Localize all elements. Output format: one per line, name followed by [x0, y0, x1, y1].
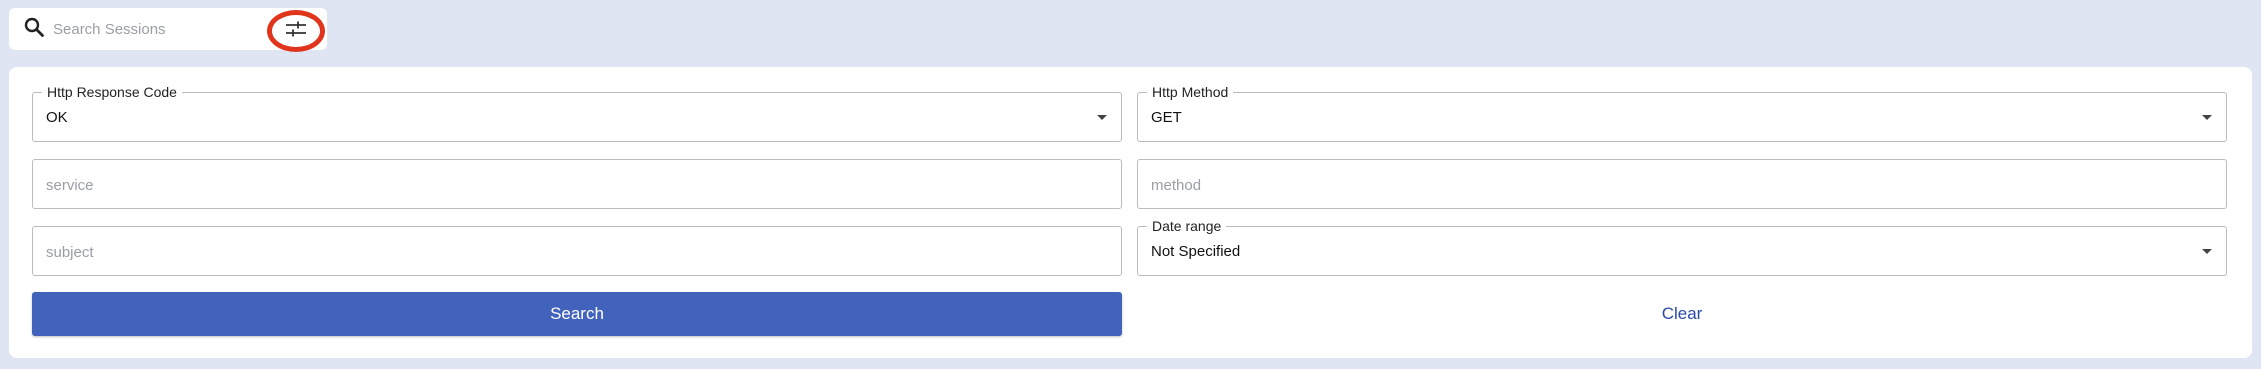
http-method-select[interactable]: Http Method GET [1137, 83, 2227, 142]
date-range-select[interactable]: Date range Not Specified [1137, 217, 2227, 276]
search-sessions-input[interactable] [53, 14, 263, 44]
clear-button[interactable]: Clear [1137, 292, 2227, 336]
sliders-icon [284, 19, 308, 44]
http-method-value: GET [1151, 109, 1182, 126]
service-field [32, 159, 1122, 209]
method-field [1137, 159, 2227, 209]
chevron-down-icon [2202, 249, 2212, 254]
session-search-bar [9, 8, 327, 52]
search-button[interactable]: Search [32, 292, 1122, 336]
chevron-down-icon [1097, 115, 1107, 120]
chevron-down-icon [2202, 115, 2212, 120]
date-range-label: Date range [1147, 217, 1227, 235]
http-response-code-select[interactable]: Http Response Code OK [32, 83, 1122, 142]
http-response-code-value: OK [46, 109, 68, 126]
method-input[interactable] [1151, 170, 2209, 200]
filter-toggle-button[interactable] [267, 10, 325, 52]
subject-input[interactable] [46, 237, 1104, 267]
http-method-label: Http Method [1147, 83, 1234, 101]
service-input[interactable] [46, 170, 1104, 200]
search-icon [23, 16, 45, 38]
date-range-value: Not Specified [1151, 243, 1241, 260]
filter-panel: Http Response Code OK Http Method GET Da… [9, 67, 2252, 358]
http-response-code-label: Http Response Code [42, 83, 182, 101]
subject-field [32, 226, 1122, 276]
